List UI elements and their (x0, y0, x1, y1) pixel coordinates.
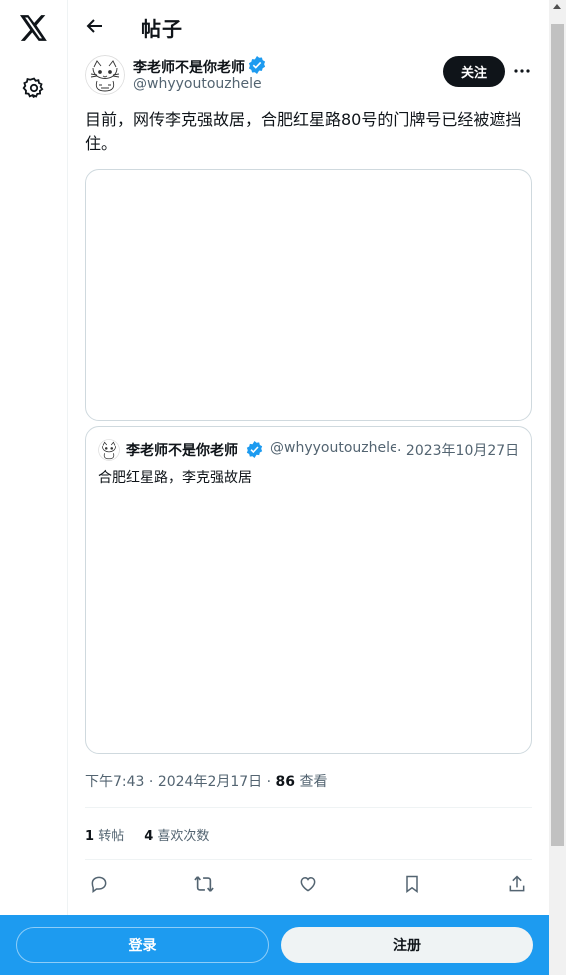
quoted-date-text: 2023年10月27日 (405, 443, 520, 459)
avatar (98, 439, 120, 461)
arrow-left-icon[interactable] (81, 12, 109, 40)
action-bar (85, 870, 532, 898)
reply-icon[interactable] (85, 870, 113, 898)
quoted-text: 合肥红星路，李克强故居 (98, 470, 252, 486)
post-text: 目前，网传李克强故居，合肥红星路80号的门牌号已经被遮挡住。 (85, 110, 522, 153)
user-handle[interactable]: @whyyoutouzhele (133, 76, 262, 92)
share-icon[interactable] (503, 870, 531, 898)
page-title: 帖子 (141, 17, 183, 41)
likes-stat[interactable]: 4 喜欢次数 (144, 825, 209, 844)
vertical-scrollbar[interactable] (549, 0, 566, 975)
quoted-handle: @whyyoutouzhele (270, 440, 396, 456)
quoted-post[interactable]: 李老师不是你老师 @whyyoutouzhele · 2023年10月27日 合… (85, 426, 532, 754)
retweets-label: 转帖 (98, 829, 125, 844)
follow-button[interactable]: 关注 (443, 56, 505, 87)
display-name[interactable]: 李老师不是你老师 (133, 57, 245, 77)
gear-icon[interactable] (19, 73, 49, 103)
post-time[interactable]: 下午7:43 (85, 774, 144, 790)
post-media[interactable] (85, 169, 532, 421)
quoted-date: · 2023年10月27日 (397, 443, 520, 459)
bottom-signup-bar: 登录 注册 (0, 915, 549, 975)
login-button[interactable]: 登录 (16, 927, 269, 963)
post-meta: 下午7:43 · 2024年2月17日 · 86 查看 (85, 774, 328, 790)
bookmark-icon[interactable] (398, 870, 426, 898)
post-author: 李老师不是你老师 @whyyoutouzhele 关注 (85, 55, 533, 99)
verified-badge-icon (248, 56, 266, 78)
post-stats: 1 转帖 4 喜欢次数 (85, 825, 209, 844)
x-logo-icon[interactable] (17, 12, 51, 44)
more-options-icon[interactable] (510, 59, 534, 83)
views-label: 查看 (299, 774, 328, 790)
quoted-display-name: 李老师不是你老师 (126, 443, 238, 459)
divider (85, 859, 532, 860)
scrollbar-thumb[interactable] (551, 24, 564, 846)
likes-label: 喜欢次数 (157, 829, 210, 844)
quoted-post-header: 李老师不是你老师 @whyyoutouzhele · 2023年10月27日 (98, 438, 523, 462)
like-icon[interactable] (294, 870, 322, 898)
scroll-up-arrow-icon[interactable] (553, 4, 561, 9)
main-column: 帖子 李老师不是你老师 @whyyoutouzhele 关注 目前，网传李克强故… (69, 0, 548, 975)
post-date[interactable]: 2024年2月17日 (158, 774, 262, 790)
divider (85, 807, 532, 808)
views-count: 86 (275, 774, 296, 790)
signup-button[interactable]: 注册 (281, 927, 533, 963)
verified-badge-icon (246, 441, 263, 462)
avatar[interactable] (85, 55, 125, 95)
left-nav-rail (0, 0, 68, 975)
page-header: 帖子 (69, 0, 548, 53)
retweets-stat[interactable]: 1 转帖 (85, 825, 124, 844)
retweet-icon[interactable] (190, 870, 218, 898)
retweets-count: 1 (85, 829, 95, 844)
likes-count: 4 (144, 829, 154, 844)
